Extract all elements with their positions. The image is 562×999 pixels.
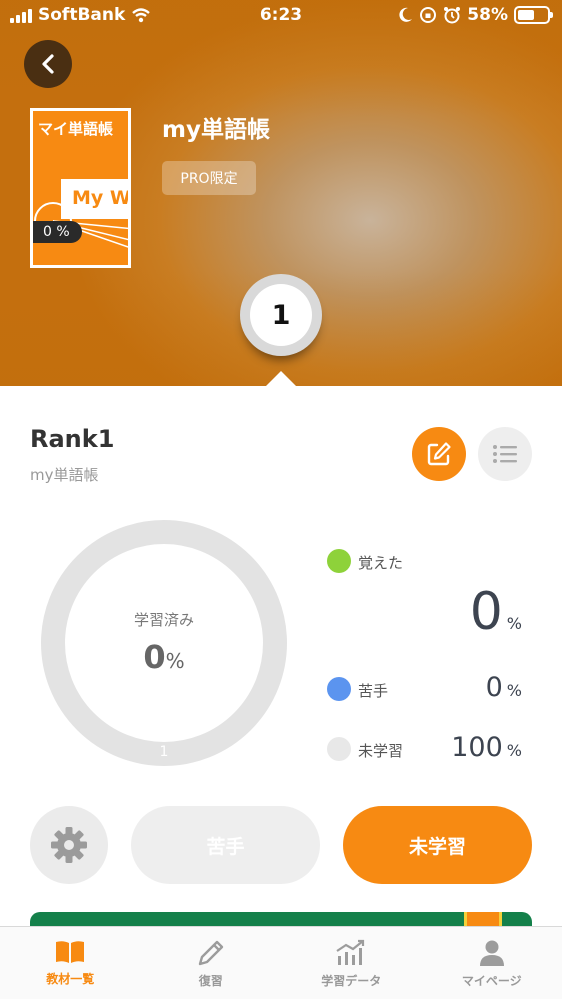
- pro-badge: PRO限定: [162, 161, 256, 195]
- learned-label: 覚えた: [358, 554, 404, 572]
- tab-study-data[interactable]: 学習データ: [281, 927, 422, 999]
- book-cover-subtitle: My W: [61, 179, 128, 219]
- chart-icon: [336, 939, 365, 965]
- donut-value-unit: %: [165, 649, 185, 673]
- panel-pointer: [266, 371, 296, 386]
- learned-value-unit: %: [506, 614, 522, 633]
- rank-number: 1: [250, 284, 312, 346]
- edit-icon: [427, 442, 451, 466]
- moon-icon: [399, 7, 413, 22]
- gear-icon: [51, 827, 87, 863]
- book-progress: 0 %: [33, 221, 82, 243]
- pencil-icon: [198, 940, 223, 966]
- rank-subtitle: my単語帳: [30, 466, 99, 484]
- battery-icon: [514, 6, 553, 24]
- learned-dot: [327, 549, 351, 573]
- weak-value: 0%: [400, 672, 522, 703]
- tab-materials-label: 教材一覧: [46, 972, 95, 986]
- donut-center-label: 学習済み: [133, 611, 194, 629]
- weak-label: 苦手: [358, 682, 389, 700]
- unlearned-value-unit: %: [506, 741, 522, 760]
- weak-value-unit: %: [506, 681, 522, 700]
- donut-value-number: 0: [143, 638, 166, 676]
- unlearned-words-button[interactable]: 未学習: [343, 806, 532, 884]
- unlearned-value-number: 100: [451, 732, 503, 763]
- weak-words-button[interactable]: 苦手: [131, 806, 320, 884]
- tab-review[interactable]: 復習: [141, 927, 282, 999]
- rank-title: Rank1: [30, 425, 115, 453]
- book-title: my単語帳: [162, 117, 270, 143]
- learned-value-number: 0: [469, 582, 503, 642]
- tab-materials[interactable]: 教材一覧: [0, 927, 141, 999]
- battery-percent: 58%: [467, 5, 508, 25]
- tab-study-data-label: 学習データ: [321, 974, 382, 988]
- settings-button[interactable]: [30, 806, 108, 884]
- book-cover: マイ単語帳 My W 0 %: [30, 108, 131, 268]
- status-bar: SoftBank 6:23 58%: [0, 0, 562, 34]
- back-button[interactable]: [24, 40, 72, 88]
- tab-my-page[interactable]: マイページ: [422, 927, 562, 999]
- learned-value: 0%: [400, 582, 522, 642]
- book-icon: [56, 941, 85, 963]
- list-icon: [493, 445, 517, 463]
- tab-review-label: 復習: [198, 974, 223, 988]
- unlearned-value: 100%: [400, 732, 522, 763]
- book-cover-title: マイ単語帳: [38, 120, 114, 138]
- tab-bar: 教材一覧 復習 学習データ マイページ: [0, 926, 562, 999]
- unlearned-label: 未学習: [358, 742, 404, 760]
- weak-value-number: 0: [485, 672, 503, 703]
- donut-tick-label: 1: [159, 744, 169, 760]
- word-list-button[interactable]: [478, 427, 532, 481]
- weak-dot: [327, 677, 351, 701]
- status-icons: 58%: [399, 5, 553, 25]
- alarm-icon: [444, 7, 461, 24]
- donut-center-value: 0%: [40, 638, 288, 676]
- orientation-lock-icon: [420, 7, 437, 23]
- edit-button[interactable]: [412, 427, 466, 481]
- unlearned-dot: [327, 737, 351, 761]
- chevron-left-icon: [42, 54, 54, 74]
- person-icon: [479, 940, 504, 966]
- rank-coin: 1: [240, 274, 322, 356]
- tab-my-page-label: マイページ: [461, 974, 522, 988]
